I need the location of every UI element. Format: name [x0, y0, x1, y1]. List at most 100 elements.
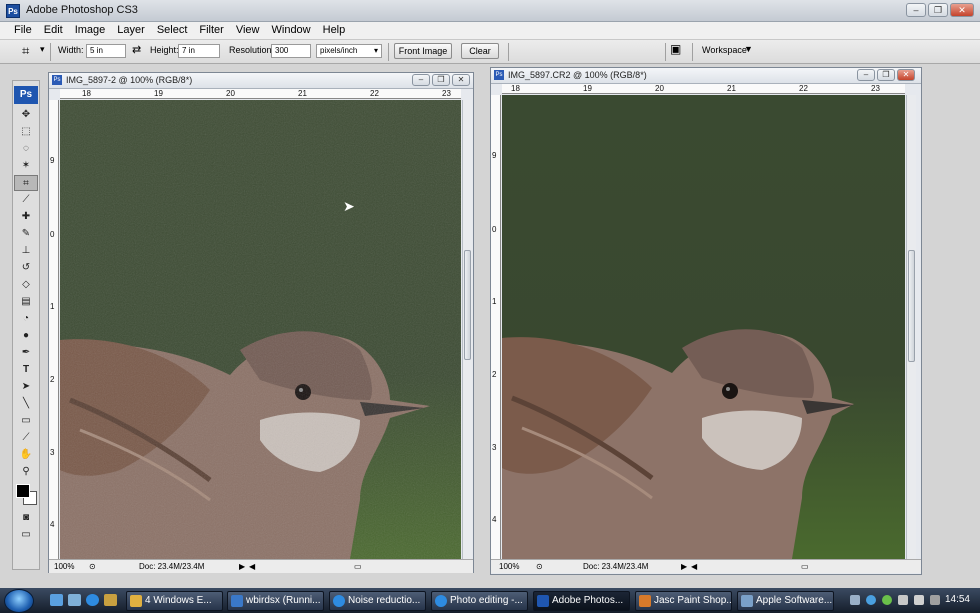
- clear-button[interactable]: Clear: [461, 43, 499, 59]
- status-menu-arrow-icon[interactable]: ▶: [681, 562, 687, 571]
- gradient-tool-icon[interactable]: ▤: [14, 294, 38, 310]
- history-brush-tool-icon[interactable]: ↺: [14, 260, 38, 276]
- zoom-level[interactable]: 100%: [54, 562, 74, 571]
- start-button[interactable]: [4, 589, 34, 613]
- close-button[interactable]: ✕: [950, 3, 974, 17]
- taskbar-item-windows-explorer[interactable]: 4 Windows E...: [126, 591, 223, 611]
- document-1-canvas[interactable]: ➤: [60, 100, 461, 559]
- resolution-field[interactable]: 300: [271, 44, 311, 58]
- crop-tool-icon[interactable]: ⌗: [14, 175, 38, 191]
- tool-preset-chevron-down-icon[interactable]: ▾: [40, 44, 45, 55]
- scroll-left-icon[interactable]: ◀: [249, 562, 255, 571]
- dodge-tool-icon[interactable]: ●: [14, 328, 38, 344]
- hand-tool-icon[interactable]: ✋: [14, 447, 38, 463]
- path-selection-tool-icon[interactable]: ➤: [14, 379, 38, 395]
- color-swatches[interactable]: [14, 482, 38, 508]
- status-menu-arrow-icon[interactable]: ▶: [239, 562, 245, 571]
- document-2-minimize-button[interactable]: –: [857, 69, 875, 81]
- menu-edit[interactable]: Edit: [38, 22, 69, 39]
- document-1-minimize-button[interactable]: –: [412, 74, 430, 86]
- bridge-icon[interactable]: ▣: [670, 42, 681, 56]
- type-tool-icon[interactable]: T: [14, 362, 38, 378]
- height-field[interactable]: 7 in: [178, 44, 220, 58]
- magic-wand-tool-icon[interactable]: ✶: [14, 158, 38, 174]
- scrollbar-thumb[interactable]: [908, 250, 915, 362]
- network-icon[interactable]: [898, 595, 908, 605]
- taskbar-item-adobe-photoshop[interactable]: Adobe Photos...: [533, 591, 630, 611]
- swap-dimensions-icon[interactable]: ⇄: [132, 43, 141, 56]
- document-1-vertical-scrollbar[interactable]: [462, 100, 472, 559]
- power-icon[interactable]: [930, 595, 940, 605]
- taskbar-clock[interactable]: 14:54: [945, 594, 970, 605]
- document-window-1[interactable]: Ps IMG_5897-2 @ 100% (RGB/8*) – ❐ ✕ 18 1…: [48, 72, 474, 573]
- horizontal-scroll-thumb[interactable]: ▭: [354, 562, 362, 571]
- pen-tool-icon[interactable]: ✒: [14, 345, 38, 361]
- blur-tool-icon[interactable]: ◔: [14, 311, 38, 327]
- notes-tool-icon[interactable]: ▭: [14, 413, 38, 429]
- status-icon[interactable]: ⊙: [536, 562, 543, 571]
- restore-button[interactable]: ❐: [928, 3, 948, 17]
- horizontal-scroll-thumb[interactable]: ▭: [801, 562, 809, 571]
- zoom-tool-icon[interactable]: ⚲: [14, 464, 38, 480]
- clone-stamp-tool-icon[interactable]: ⊥: [14, 243, 38, 259]
- crop-tool-icon[interactable]: ⌗: [22, 43, 29, 59]
- document-2-vertical-scrollbar[interactable]: [906, 95, 916, 559]
- minimize-button[interactable]: –: [906, 3, 926, 17]
- document-2-canvas[interactable]: [502, 95, 905, 559]
- slice-tool-icon[interactable]: ⟋: [14, 192, 38, 208]
- toolbox-ps-logo[interactable]: Ps: [14, 86, 38, 104]
- document-2-maximize-button[interactable]: ❐: [877, 69, 895, 81]
- scroll-left-icon[interactable]: ◀: [691, 562, 697, 571]
- line-tool-icon[interactable]: ╲: [14, 396, 38, 412]
- security-icon[interactable]: [882, 595, 892, 605]
- document-1-left-ruler: 9 0 1 2 3 4: [49, 100, 59, 559]
- taskbar-item-label: 4 Windows E...: [145, 595, 212, 606]
- menu-file[interactable]: File: [8, 22, 38, 39]
- resolution-units-select[interactable]: pixels/inch ▾: [316, 44, 382, 58]
- taskbar-item-wbirdsx[interactable]: wbirdsx (Runni...: [227, 591, 324, 611]
- document-1-maximize-button[interactable]: ❐: [432, 74, 450, 86]
- screen-mode-icon[interactable]: ▭: [14, 527, 38, 543]
- taskbar-item-apple-software[interactable]: Apple Software...: [737, 591, 834, 611]
- document-2-close-button[interactable]: ✕: [897, 69, 915, 81]
- volume-icon[interactable]: [914, 595, 924, 605]
- taskbar-item-label: Photo editing -...: [450, 595, 523, 606]
- eyedropper-tool-icon[interactable]: ⟋: [14, 430, 38, 446]
- menu-help[interactable]: Help: [317, 22, 352, 39]
- taskbar-item-jasc-paint-shop[interactable]: Jasc Paint Shop...: [635, 591, 732, 611]
- switch-windows-icon[interactable]: [68, 594, 81, 606]
- status-icon[interactable]: ⊙: [89, 562, 96, 571]
- document-window-2[interactable]: Ps IMG_5897.CR2 @ 100% (RGB/8*) – ❐ ✕ 18…: [490, 67, 922, 575]
- quick-launch-icon[interactable]: [104, 594, 117, 606]
- menu-layer[interactable]: Layer: [111, 22, 151, 39]
- menu-select[interactable]: Select: [151, 22, 194, 39]
- menu-filter[interactable]: Filter: [193, 22, 229, 39]
- document-1-title: IMG_5897-2 @ 100% (RGB/8*): [66, 75, 193, 85]
- front-image-button[interactable]: Front Image: [394, 43, 452, 59]
- lasso-tool-icon[interactable]: ◌: [14, 141, 38, 157]
- workspace-chevron-down-icon[interactable]: ▼: [744, 44, 753, 54]
- healing-brush-tool-icon[interactable]: ✚: [14, 209, 38, 225]
- document-1-title-bar[interactable]: Ps IMG_5897-2 @ 100% (RGB/8*) – ❐ ✕: [49, 73, 473, 89]
- workspace-menu[interactable]: Workspace: [702, 45, 747, 55]
- width-field[interactable]: 5 in: [86, 44, 126, 58]
- show-desktop-icon[interactable]: [50, 594, 63, 606]
- document-2-title-bar[interactable]: Ps IMG_5897.CR2 @ 100% (RGB/8*) – ❐ ✕: [491, 68, 921, 84]
- help-icon[interactable]: [866, 595, 876, 605]
- taskbar-item-noise-reduction[interactable]: Noise reductio...: [329, 591, 426, 611]
- foreground-color-swatch[interactable]: [16, 484, 30, 498]
- marquee-tool-icon[interactable]: ⬚: [14, 124, 38, 140]
- internet-explorer-icon[interactable]: [86, 594, 99, 606]
- scrollbar-thumb[interactable]: [464, 250, 471, 360]
- menu-view[interactable]: View: [230, 22, 266, 39]
- taskbar-item-photo-editing[interactable]: Photo editing -...: [431, 591, 528, 611]
- tray-icon[interactable]: [850, 595, 860, 605]
- brush-tool-icon[interactable]: ✎: [14, 226, 38, 242]
- eraser-tool-icon[interactable]: ◇: [14, 277, 38, 293]
- menu-window[interactable]: Window: [266, 22, 317, 39]
- move-tool-icon[interactable]: ✥: [14, 107, 38, 123]
- document-1-close-button[interactable]: ✕: [452, 74, 470, 86]
- quick-mask-icon[interactable]: ◙: [14, 510, 38, 526]
- zoom-level[interactable]: 100%: [499, 562, 519, 571]
- menu-image[interactable]: Image: [69, 22, 112, 39]
